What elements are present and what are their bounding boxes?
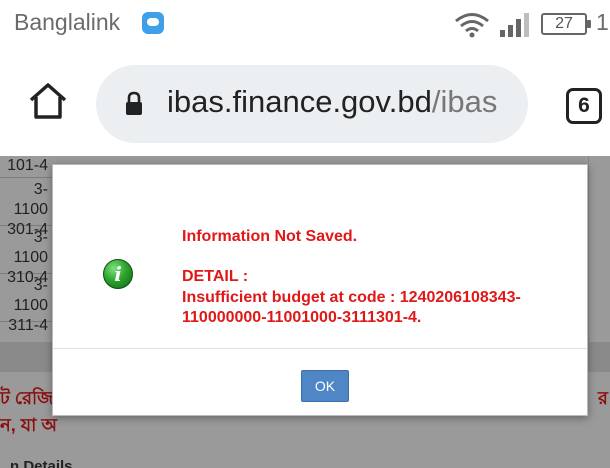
status-bar: Banglalink 27 1	[0, 0, 610, 52]
info-icon: i	[103, 259, 133, 289]
message-icon	[142, 12, 164, 34]
details-heading: n Details	[10, 458, 73, 468]
code-line-1: 3-1100	[13, 181, 48, 218]
address-bar[interactable]: ibas.finance.gov.bd/ibas	[96, 65, 528, 143]
tabs-button[interactable]: 6	[566, 88, 602, 124]
dialog-detail-line-2: 110000000-11001000-3111301-4.	[182, 309, 422, 326]
error-dialog: i Information Not Saved. DETAIL : Insuff…	[52, 164, 588, 416]
battery-level: 27	[555, 15, 573, 32]
dialog-divider	[53, 348, 587, 349]
code-line-2: 311-4	[8, 317, 48, 334]
status-clock: 1	[596, 9, 609, 35]
lock-icon	[126, 91, 142, 115]
notice-text-line-2: ন, যা অ	[0, 415, 57, 435]
notice-text-right: র	[598, 388, 608, 408]
carrier-name: Banglalink	[14, 9, 121, 35]
table-right-edge	[588, 156, 610, 356]
url-path: /ibas	[431, 84, 498, 119]
signal-icon	[500, 13, 529, 37]
table-row: 101-4	[0, 156, 52, 178]
home-icon[interactable]	[27, 80, 69, 122]
wifi-icon	[455, 13, 489, 38]
code-line-2: 101-4	[7, 157, 48, 174]
browser-toolbar: ibas.finance.gov.bd/ibas 6	[0, 52, 610, 156]
url-text: ibas.finance.gov.bd/ibas	[167, 84, 497, 120]
dialog-detail-label: DETAIL :	[182, 268, 249, 285]
budget-code-column: 101-4 3-1100 301-4 3-1100 310-4 3-1100 311-…	[0, 156, 52, 334]
dialog-title: Information Not Saved.	[182, 228, 358, 245]
table-row: 3-1100 301-4	[0, 178, 52, 238]
url-domain: ibas.finance.gov.bd	[167, 84, 432, 119]
ok-button[interactable]: OK	[301, 370, 349, 402]
battery-icon: 27	[541, 13, 591, 35]
dialog-detail-line-1: Insufficient budget at code : 1240206108…	[182, 289, 521, 306]
